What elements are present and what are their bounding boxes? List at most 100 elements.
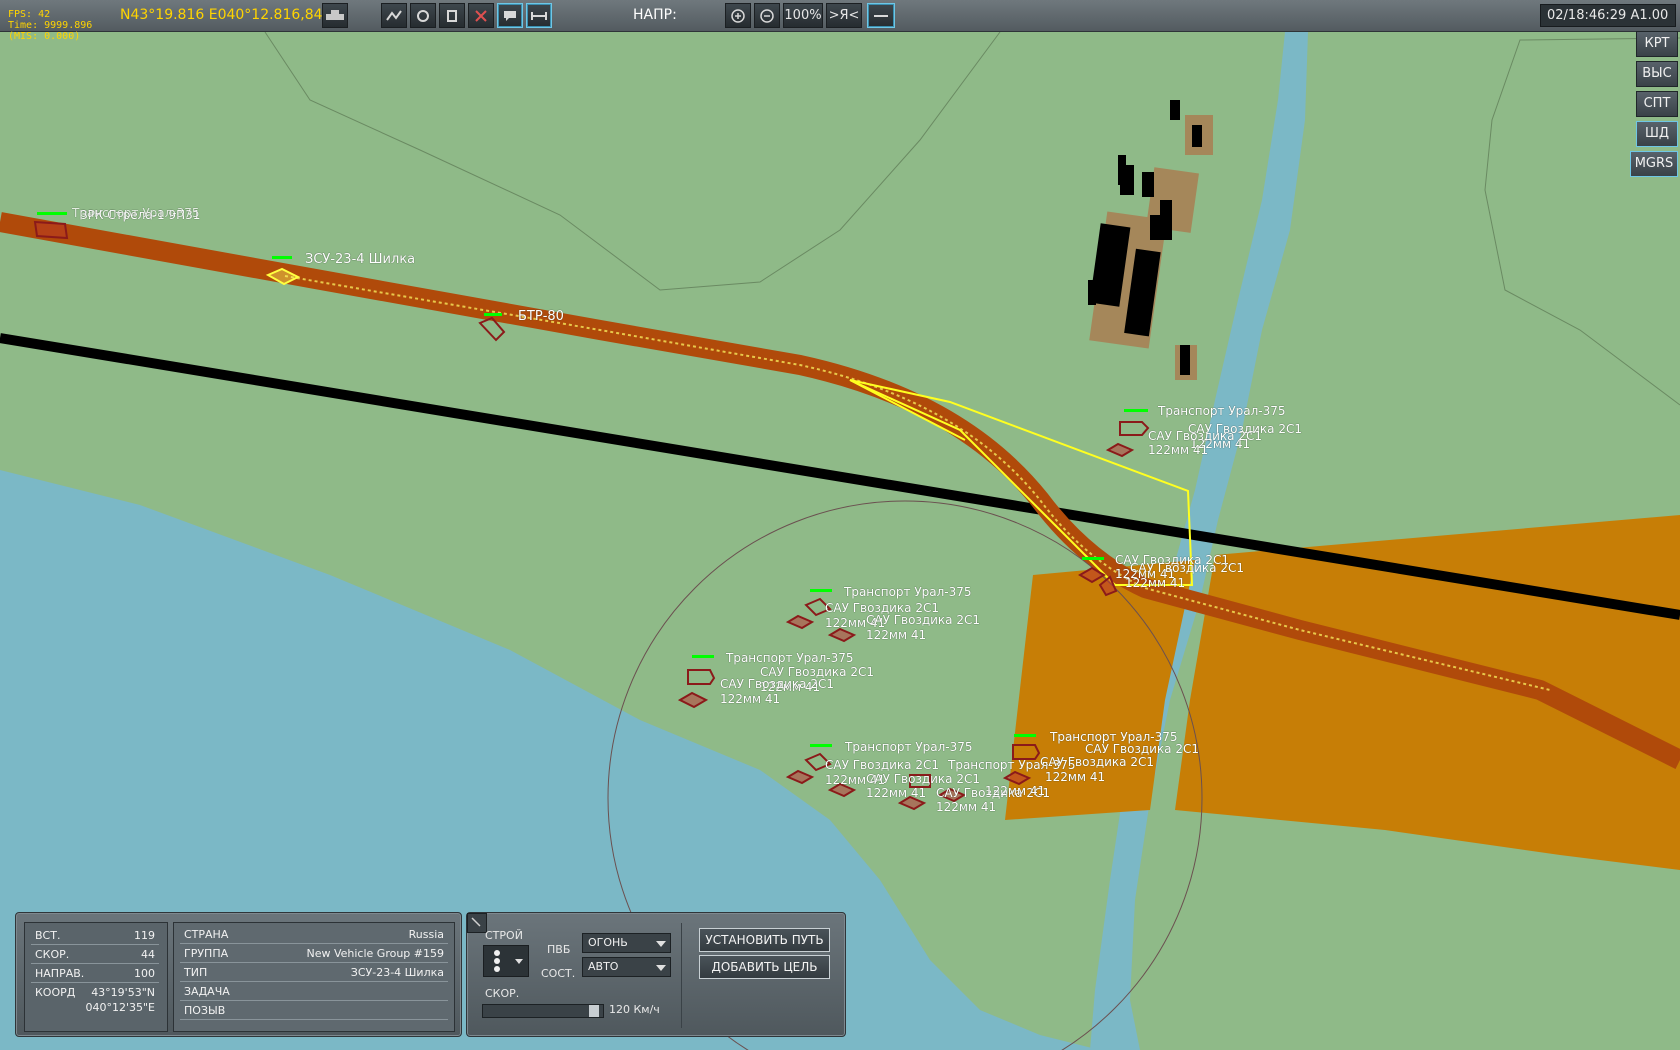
heading-row: НАПРАВ. 100 [31,965,159,983]
info-icon [447,10,457,22]
unit-label: БТР-80 [518,309,564,324]
chevron-down-icon [656,965,666,971]
country-label: СТРАНА [184,928,229,941]
unit-orders-panel: СТРОЙ ПВБ ОГОНЬ СОСТ. АВТО СКОР. 120 Км/… [466,912,846,1037]
speed-slider-label: СКОР. [485,987,520,1000]
unit-marker-9p31[interactable] [33,220,69,240]
route-tool-button[interactable] [381,3,407,28]
unit-label: 122мм 41 [866,786,927,800]
tank-icon [326,10,344,20]
top-toolbar: FPS: 42 Time: 9999.896 (MIS: 0.000) N43°… [0,0,1680,42]
delete-tool-button[interactable] [468,3,494,28]
unit-label: САУ Гвоздика 2С1 [1040,755,1154,769]
unit-label: Транспорт Урал-375 [726,651,854,665]
callsign-label: ПОЗЫВ [184,1004,226,1017]
collapse-panel-button[interactable] [467,913,487,933]
health-bar [37,212,67,215]
health-bar [1082,557,1104,560]
unit-label: 122мм 41 [866,628,927,642]
lat-long-button[interactable]: ШД [1636,121,1678,147]
map-type-button[interactable]: КРТ [1636,31,1678,57]
mis-text: (MIS: 0.000) [8,31,81,42]
speed-value: 120 Км/ч [609,1003,660,1016]
unit-label: 122мм 41 [985,784,1046,798]
collapse-icon [471,917,481,927]
unit-info-panel: ВСТ. 119 СКОР. 44 НАПРАВ. 100 КООРД 43°19'5… [15,912,462,1037]
task-label: ЗАДАЧА [184,985,230,998]
formation-column-icon [494,950,523,972]
satellite-tool-button[interactable] [410,3,436,28]
unit-label: САУ Гвоздика 2С1 [1130,561,1244,575]
vehicle-icon-button[interactable] [322,3,348,28]
time-text: Time: 9999.896 [8,20,93,31]
map-mode-button[interactable] [867,3,895,28]
heading-value: 100 [134,967,155,980]
unit-label: 122мм 41 [720,692,781,706]
satellite-map-button[interactable]: СПТ [1636,91,1678,117]
speed-value: 44 [141,948,155,961]
unit-label: ЗСУ-23-4 Шилка [305,252,416,267]
fps-readout: FPS: 42 Time: 9999.896 (MIS: 0.000) [8,9,92,42]
comment-icon [504,11,516,21]
group-row[interactable]: ГРУППА New Vehicle Group #159 [180,945,448,963]
health-bar [692,655,714,658]
health-bar [810,744,832,747]
altitude-value: 119 [134,929,155,942]
alarm-state-dropdown[interactable]: АВТО [582,957,671,977]
health-bar [1124,409,1148,412]
roe-value: ОГОНЬ [588,936,628,949]
type-row[interactable]: ТИП ЗСУ-23-4 Шилка [180,964,448,982]
minus-icon [874,15,888,17]
mission-clock: 02/18:46:29 A1.00 [1540,4,1676,27]
altitude-row: ВСТ. 119 [31,927,159,945]
task-row[interactable]: ЗАДАЧА [180,983,448,1001]
roe-dropdown[interactable]: ОГОНЬ [582,933,671,953]
altitude-map-button[interactable]: ВЫС [1636,61,1678,87]
speed-slider-thumb[interactable] [589,1005,599,1017]
zone-area-east [1175,515,1680,870]
speed-label: СКОР. [35,948,70,961]
health-bar [484,313,502,316]
unit-label: 122мм 41 [1148,443,1209,457]
coordinates-lon: 040°12'35"E [85,1001,155,1014]
type-value[interactable]: ЗСУ-23-4 Шилка [351,964,444,981]
formation-selector[interactable] [483,945,529,977]
alarm-state-label: СОСТ. [541,967,576,980]
health-bar [1014,734,1036,737]
add-target-button[interactable]: ДОБАВИТЬ ЦЕЛЬ [699,955,830,979]
unit-label: Транспорт Урал-375 [844,585,972,599]
unit-label: САУ Гвоздика 2С1 [825,758,939,772]
health-bar [810,589,832,592]
delete-icon [475,10,487,22]
callsign-row[interactable]: ПОЗЫВ [180,1002,448,1020]
ruler-icon [531,12,547,20]
satellite-icon [417,10,429,22]
route-icon [386,10,402,21]
zoom-in-button[interactable] [725,3,751,28]
zoom-out-icon [760,9,774,23]
group-value[interactable]: New Vehicle Group #159 [306,945,444,962]
ruler-tool-button[interactable] [526,3,552,28]
unit-stats-box: ВСТ. 119 СКОР. 44 НАПРАВ. 100 КООРД 43°19'5… [24,922,168,1032]
fps-text: FPS: 42 [8,9,51,20]
map-canvas[interactable] [0,0,1680,1050]
center-on-self-button[interactable]: >Я< [826,3,862,28]
unit-label: 122мм 41 [936,800,997,814]
altitude-label: ВСТ. [35,929,61,942]
comment-tool-button[interactable] [497,3,523,28]
country-row: СТРАНА Russia [180,926,448,944]
direction-label: НАПР: [633,7,677,23]
unit-details-box: СТРАНА Russia ГРУППА New Vehicle Group #15… [173,922,455,1032]
unit-label: Транспорт Урал-375 [72,206,200,220]
set-path-button[interactable]: УСТАНОВИТЬ ПУТЬ [699,928,830,952]
unit-label: 122мм 41 [1125,576,1186,590]
zoom-in-icon [731,9,745,23]
zoom-out-button[interactable] [754,3,780,28]
zoom-level[interactable]: 100% [783,3,823,28]
unit-label: САУ Гвоздика 2С1 [866,772,980,786]
alarm-state-value: АВТО [588,960,619,973]
formation-label: СТРОЙ [485,929,523,942]
info-tool-button[interactable] [439,3,465,28]
speed-slider[interactable] [482,1004,604,1018]
mgrs-button[interactable]: MGRS [1630,151,1678,177]
